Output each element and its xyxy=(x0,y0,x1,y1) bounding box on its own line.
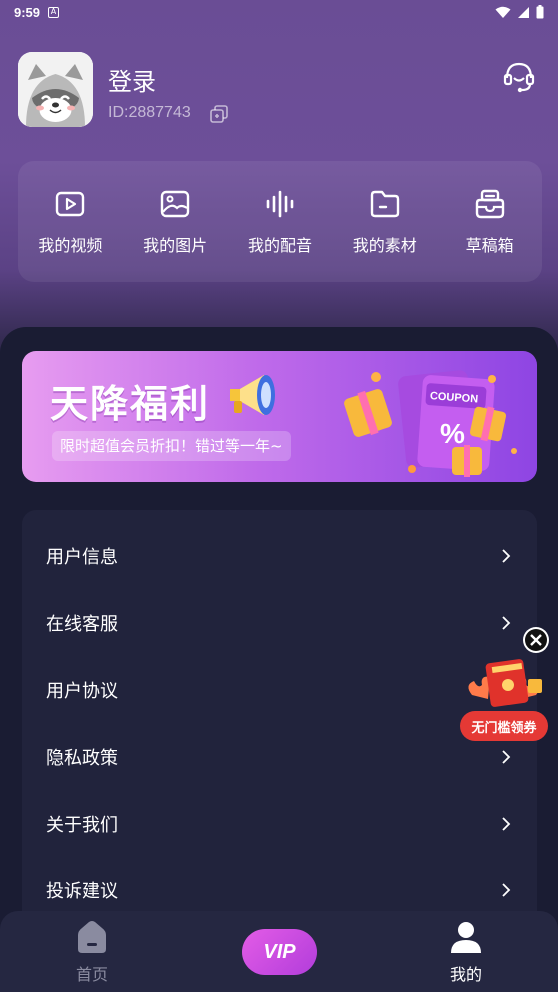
quick-action-label: 我的视频 xyxy=(38,235,103,255)
floating-coupon-promo[interactable]: 无门槛领券 xyxy=(458,625,550,743)
folder-icon xyxy=(370,190,399,217)
wifi-icon xyxy=(495,6,511,18)
menu-item-user-info[interactable]: 用户信息 xyxy=(22,526,537,586)
quick-action-my-images[interactable]: 我的图片 xyxy=(125,188,225,256)
vip-button[interactable]: VIP xyxy=(242,929,317,975)
video-icon xyxy=(56,191,85,216)
quick-action-label: 我的素材 xyxy=(352,235,417,255)
quick-actions-panel: 我的视频 我的图片 我的配音 我的素材 草稿箱 xyxy=(18,161,542,282)
status-time: 9:59 xyxy=(14,4,41,20)
nav-home-label: 首页 xyxy=(75,965,108,984)
banner-title: 天降福利 xyxy=(50,382,211,426)
menu-item-label: 关于我们 xyxy=(46,815,118,836)
image-icon xyxy=(160,190,190,217)
signal-icon xyxy=(518,6,529,18)
home-icon xyxy=(78,921,106,953)
quick-action-my-videos[interactable]: 我的视频 xyxy=(20,188,120,256)
quick-action-my-materials[interactable]: 我的素材 xyxy=(335,188,435,256)
nav-mine[interactable]: 我的 xyxy=(416,919,516,985)
menu-item-label: 投诉建议 xyxy=(46,881,118,902)
quick-action-my-dubbing[interactable]: 我的配音 xyxy=(230,188,330,256)
login-button[interactable]: 登录 xyxy=(108,62,156,97)
quick-action-label: 草稿箱 xyxy=(465,235,514,255)
chevron-right-icon xyxy=(502,549,511,563)
quick-action-label: 我的配音 xyxy=(247,235,312,255)
nav-mine-label: 我的 xyxy=(449,965,482,984)
bottom-navigation: 首页 VIP 我的 xyxy=(0,911,558,992)
menu-item-about-us[interactable]: 关于我们 xyxy=(22,794,537,854)
quick-action-label: 我的图片 xyxy=(143,235,208,255)
draft-box-icon xyxy=(475,189,504,218)
audio-wave-icon xyxy=(266,190,294,217)
coupon-gift-illustration: COUPON % xyxy=(344,370,517,477)
chevron-right-icon xyxy=(502,883,511,897)
quick-action-drafts[interactable]: 草稿箱 xyxy=(440,188,540,256)
percent-symbol: % xyxy=(440,418,465,449)
avatar[interactable] xyxy=(18,52,93,127)
raccoon-avatar-icon xyxy=(18,52,93,127)
status-bar: 9:59 A xyxy=(0,0,558,24)
user-id: ID:2887743 xyxy=(108,104,191,121)
user-profile-icon xyxy=(451,922,481,953)
customer-service-icon[interactable] xyxy=(502,60,536,94)
battery-icon xyxy=(536,5,544,19)
floating-promo-label: 无门槛领券 xyxy=(471,721,537,736)
chevron-right-icon xyxy=(502,817,511,831)
promo-banner[interactable]: 天降福利 限时超值会员折扣！错过等一年~ COUPON % xyxy=(22,351,537,482)
menu-item-label: 用户协议 xyxy=(46,681,118,702)
copy-icon[interactable] xyxy=(210,105,228,123)
notification-icon: A xyxy=(48,6,60,18)
megaphone-icon xyxy=(230,375,275,415)
menu-item-label: 在线客服 xyxy=(46,614,118,635)
chevron-right-icon xyxy=(502,750,511,764)
banner-subtitle: 限时超值会员折扣！错过等一年~ xyxy=(52,431,291,461)
nav-home[interactable]: 首页 xyxy=(42,919,142,985)
menu-item-label: 用户信息 xyxy=(46,547,118,568)
menu-item-label: 隐私政策 xyxy=(46,748,118,769)
